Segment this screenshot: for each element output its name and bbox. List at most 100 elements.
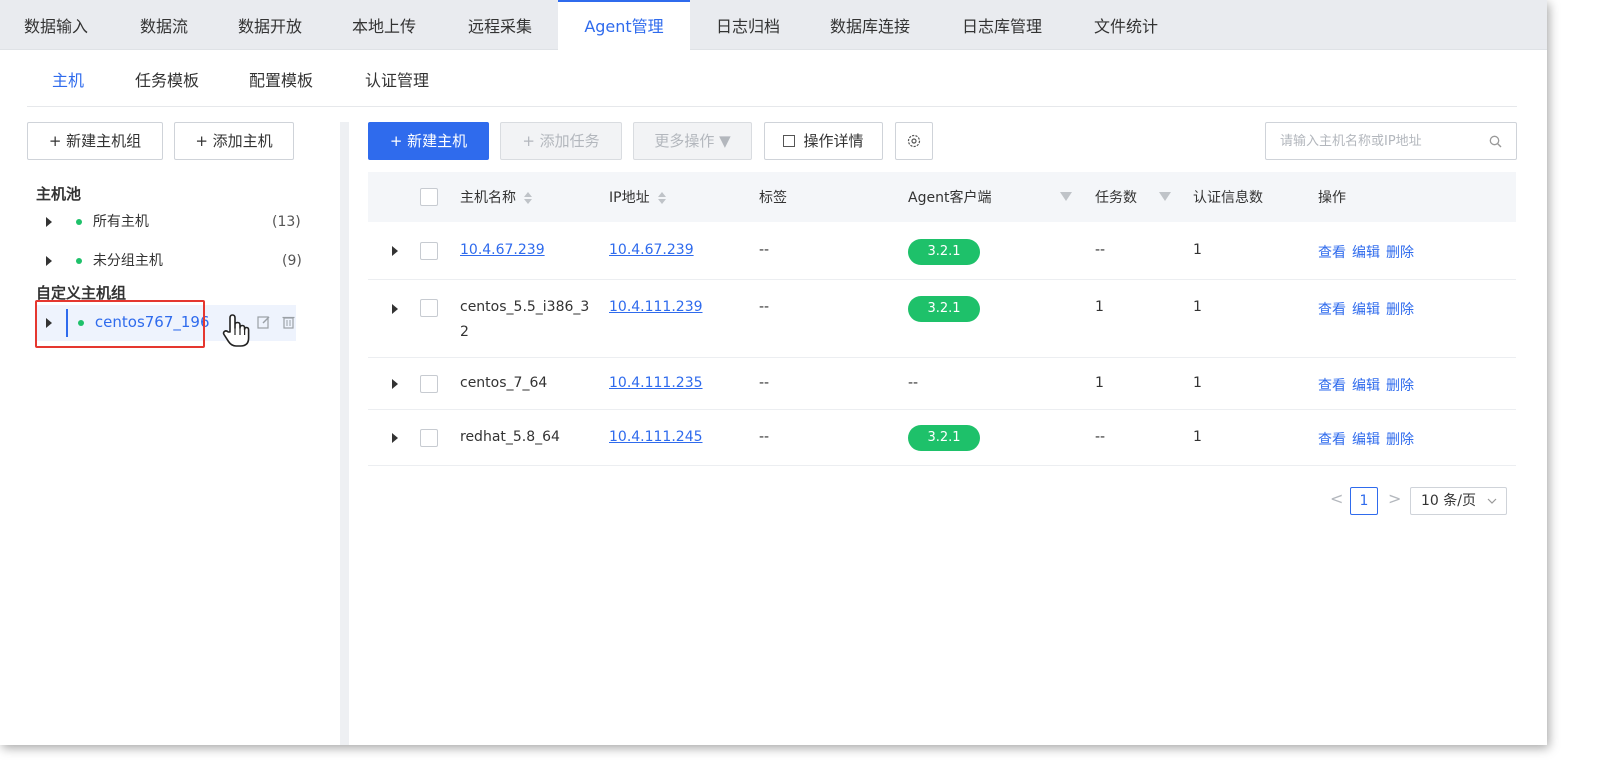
expand-icon[interactable] <box>392 379 398 389</box>
actions-cell: 查看 编辑 删除 <box>1318 299 1420 319</box>
tab-db-connection[interactable]: 数据库连接 <box>812 0 928 50</box>
search-box[interactable] <box>1265 122 1517 160</box>
view-action[interactable]: 查看 <box>1318 245 1346 261</box>
tasks-cell: -- <box>1095 429 1106 445</box>
delete-action[interactable]: 删除 <box>1386 302 1414 318</box>
table-row: centos_5.5_i386_3 2 10.4.111.239 -- 3.2.… <box>368 280 1516 358</box>
more-actions-button[interactable]: 更多操作 ▼ <box>633 122 752 160</box>
tab-data-flow[interactable]: 数据流 <box>116 0 212 50</box>
tab-remote-collect[interactable]: 远程采集 <box>450 0 550 50</box>
agent-cell: -- <box>908 375 919 391</box>
ip-link[interactable]: 10.4.111.245 <box>609 429 703 445</box>
sort-icon[interactable] <box>524 192 532 204</box>
tab-log-archive[interactable]: 日志归档 <box>698 0 798 50</box>
delete-action[interactable]: 删除 <box>1386 378 1414 394</box>
gear-icon <box>907 134 921 148</box>
edit-action[interactable]: 编辑 <box>1352 245 1380 261</box>
all-hosts-count: (13) <box>272 214 301 230</box>
actions-cell: 查看 编辑 删除 <box>1318 242 1420 262</box>
expand-icon[interactable] <box>392 246 398 256</box>
prev-page-button[interactable]: < <box>1330 489 1343 508</box>
page-size-value: 10 条/页 <box>1421 493 1476 509</box>
edit-action[interactable]: 编辑 <box>1352 378 1380 394</box>
edit-action[interactable]: 编辑 <box>1352 432 1380 448</box>
row-checkbox[interactable] <box>420 375 438 393</box>
row-checkbox[interactable] <box>420 429 438 447</box>
delete-icon[interactable] <box>282 315 295 329</box>
page-size-select[interactable]: 10 条/页 <box>1410 487 1507 515</box>
sidebar-divider[interactable] <box>340 122 349 745</box>
tree-item-all-hosts[interactable]: 所有主机 <box>46 207 306 237</box>
sort-icon[interactable] <box>657 192 666 204</box>
next-page-button[interactable]: > <box>1388 489 1401 508</box>
column-ip[interactable]: IP地址 <box>609 172 666 222</box>
table-row: redhat_5.8_64 10.4.111.245 -- 3.2.1 -- 1… <box>368 410 1516 466</box>
auth-cell: 1 <box>1193 242 1202 258</box>
app-window: 数据输入 数据流 数据开放 本地上传 远程采集 Agent管理 日志归档 数据库… <box>0 0 1547 745</box>
agent-version-badge: 3.2.1 <box>908 239 980 265</box>
expand-icon[interactable] <box>392 433 398 443</box>
agent-version-badge: 3.2.1 <box>908 425 980 451</box>
delete-action[interactable]: 删除 <box>1386 432 1414 448</box>
tab-data-open[interactable]: 数据开放 <box>220 0 320 50</box>
settings-button[interactable] <box>895 122 933 160</box>
column-actions: 操作 <box>1318 190 1346 206</box>
tab-file-stats[interactable]: 文件统计 <box>1076 0 1176 50</box>
search-icon[interactable] <box>1489 135 1502 148</box>
column-label: 主机名称 <box>460 190 516 206</box>
highlight-box <box>35 300 205 348</box>
column-agent: Agent客户端 <box>908 190 992 206</box>
operation-details-label: 操作详情 <box>803 132 864 150</box>
row-checkbox[interactable] <box>420 242 438 260</box>
ip-link[interactable]: 10.4.111.235 <box>609 375 703 391</box>
auth-cell: 1 <box>1193 299 1202 315</box>
delete-action[interactable]: 删除 <box>1386 245 1414 261</box>
document-icon <box>783 134 796 147</box>
edit-action[interactable]: 编辑 <box>1352 302 1380 318</box>
tag-cell: -- <box>759 429 770 445</box>
host-name-cell: centos_7_64 <box>460 375 548 391</box>
new-host-button[interactable]: + 新建主机 <box>368 122 489 160</box>
search-input[interactable] <box>1280 131 1480 151</box>
view-action[interactable]: 查看 <box>1318 378 1346 394</box>
host-name-link[interactable]: 10.4.67.239 <box>460 242 545 258</box>
tab-local-upload[interactable]: 本地上传 <box>334 0 434 50</box>
tab-log-store[interactable]: 日志库管理 <box>944 0 1060 50</box>
tree-item-ungrouped-hosts[interactable]: 未分组主机 <box>46 246 306 276</box>
ip-link[interactable]: 10.4.111.239 <box>609 299 703 315</box>
status-dot-icon <box>76 219 83 225</box>
caret-right-icon[interactable] <box>46 256 52 266</box>
tasks-cell: 1 <box>1095 299 1104 315</box>
table-header: 主机名称 IP地址 标签 Agent客户端 任务数 认证信息数 操作 <box>368 172 1516 222</box>
add-task-button[interactable]: + 添加任务 <box>500 122 622 160</box>
top-nav: 数据输入 数据流 数据开放 本地上传 远程采集 Agent管理 日志归档 数据库… <box>0 0 1547 50</box>
column-tasks: 任务数 <box>1095 190 1137 206</box>
column-host-name[interactable]: 主机名称 <box>460 172 532 222</box>
add-host-button[interactable]: + 添加主机 <box>174 122 294 160</box>
expand-icon[interactable] <box>392 304 398 314</box>
new-host-group-button[interactable]: + 新建主机组 <box>27 122 163 160</box>
edit-icon[interactable] <box>257 315 271 329</box>
caret-right-icon[interactable] <box>46 217 52 227</box>
tag-cell: -- <box>759 375 770 391</box>
tree-item-label: 所有主机 <box>92 214 149 230</box>
tab-data-input[interactable]: 数据输入 <box>0 0 112 50</box>
actions-cell: 查看 编辑 删除 <box>1318 375 1420 395</box>
ungrouped-hosts-count: (9) <box>282 253 302 269</box>
column-auth: 认证信息数 <box>1193 190 1263 206</box>
page-1-button[interactable]: 1 <box>1350 487 1378 515</box>
filter-icon[interactable] <box>1060 192 1072 201</box>
view-action[interactable]: 查看 <box>1318 432 1346 448</box>
view-action[interactable]: 查看 <box>1318 302 1346 318</box>
host-name-cell: redhat_5.8_64 <box>460 429 560 445</box>
column-tag: 标签 <box>759 190 787 206</box>
host-name-cell-wrap: 2 <box>460 324 469 340</box>
filter-icon[interactable] <box>1159 192 1171 201</box>
tree-item-label: 未分组主机 <box>92 253 163 269</box>
select-all-checkbox[interactable] <box>420 188 438 206</box>
host-pool-title: 主机池 <box>36 185 82 203</box>
tab-agent-management[interactable]: Agent管理 <box>558 0 690 50</box>
row-checkbox[interactable] <box>420 299 438 317</box>
operation-details-button[interactable]: 操作详情 <box>764 122 883 160</box>
ip-link[interactable]: 10.4.67.239 <box>609 242 694 258</box>
